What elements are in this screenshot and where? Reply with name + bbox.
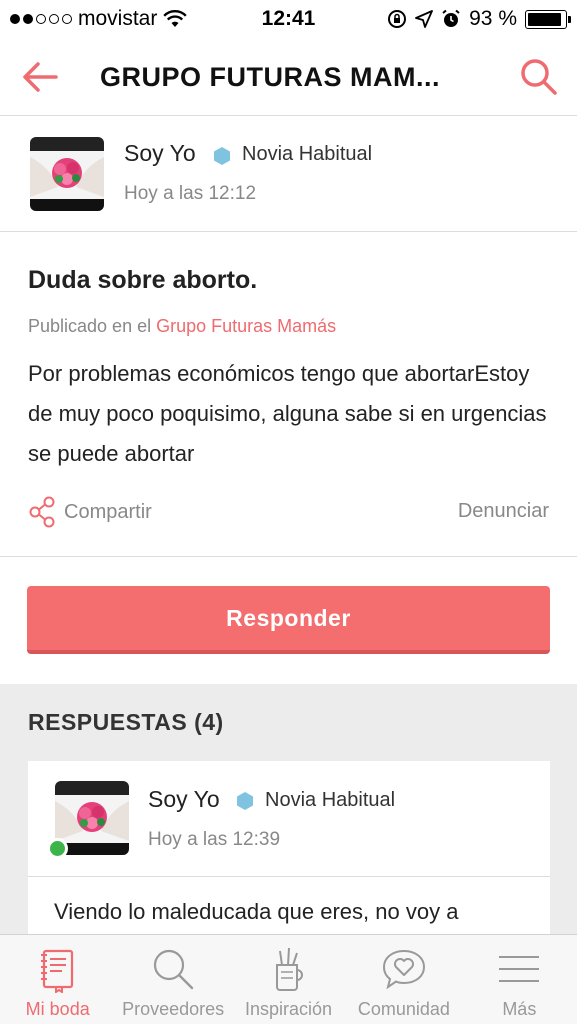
navigation-bar: GRUPO FUTURAS MAM... (0, 38, 577, 116)
menu-icon (499, 956, 540, 982)
pencil-cup-icon (275, 947, 303, 991)
tab-mas[interactable]: Más (462, 935, 577, 1024)
tab-label: Inspiración (244, 999, 333, 1019)
response-time: Hoy a las 12:39 (148, 829, 281, 850)
post-time: Hoy a las 12:12 (124, 183, 257, 204)
search-icon (154, 949, 194, 990)
group-link[interactable]: Grupo Futuras Mamás (156, 316, 336, 336)
responses-header: RESPUESTAS (4) (28, 709, 224, 735)
post-card: Soy Yo Novia Habitual Hoy a las 12:12 Du… (0, 116, 577, 684)
divider (28, 876, 550, 877)
tab-mi-boda[interactable]: Mi boda (0, 935, 115, 1024)
tab-label: Comunidad (357, 999, 450, 1019)
battery-level (528, 12, 562, 26)
response-text: Viendo lo maleducada que eres, no voy a (54, 899, 459, 924)
back-arrow-icon[interactable] (18, 55, 62, 99)
post-meta: Publicado en el Grupo Futuras Mamás (28, 316, 336, 337)
tab-proveedores[interactable]: Proveedores (115, 935, 230, 1024)
tab-label: Mi boda (25, 999, 90, 1019)
alarm-icon (442, 9, 460, 27)
reply-button[interactable]: Responder (27, 586, 550, 654)
tab-label: Proveedores (122, 999, 225, 1019)
tab-bar: Mi boda Proveedores Inspiración Comunida… (0, 934, 577, 1024)
response-author-role: Novia Habitual (265, 789, 396, 811)
divider (0, 556, 577, 557)
report-button[interactable]: Denunciar (458, 500, 549, 523)
published-prefix: Publicado en el (28, 316, 152, 336)
response-author-name[interactable]: Soy Yo (148, 786, 220, 813)
status-bar: movistar 12:41 93 % (0, 0, 577, 38)
status-right: 93 % (387, 7, 571, 31)
tab-label: Más (502, 999, 537, 1019)
tab-inspiracion[interactable]: Inspiración (231, 935, 346, 1024)
page-title: GRUPO FUTURAS MAM... (100, 62, 440, 92)
hexagon-badge-icon (214, 147, 230, 165)
avatar[interactable] (30, 137, 104, 211)
online-status-dot (47, 838, 68, 859)
heart-bubble-icon (382, 949, 425, 990)
hexagon-badge-icon (237, 792, 253, 810)
tab-comunidad[interactable]: Comunidad (346, 935, 461, 1024)
battery-icon (525, 9, 571, 29)
notebook-icon (40, 949, 73, 993)
battery-percent: 93 % (469, 7, 517, 30)
post-body: Por problemas económicos tengo que abort… (28, 361, 547, 466)
share-label: Compartir (64, 500, 152, 523)
author-role: Novia Habitual (242, 143, 373, 165)
post-title: Duda sobre aborto. (28, 266, 258, 294)
share-icon (29, 496, 55, 528)
bouquet-image (30, 137, 104, 211)
share-button[interactable]: Compartir (28, 496, 152, 528)
location-icon (415, 10, 434, 28)
post-author-row: Soy Yo Novia Habitual Hoy a las 12:12 (0, 116, 577, 232)
response-card: Soy Yo Novia Habitual Hoy a las 12:39 Vi… (28, 761, 550, 961)
author-name[interactable]: Soy Yo (124, 140, 196, 167)
rotation-lock-icon (388, 10, 407, 28)
search-icon[interactable] (517, 55, 561, 99)
